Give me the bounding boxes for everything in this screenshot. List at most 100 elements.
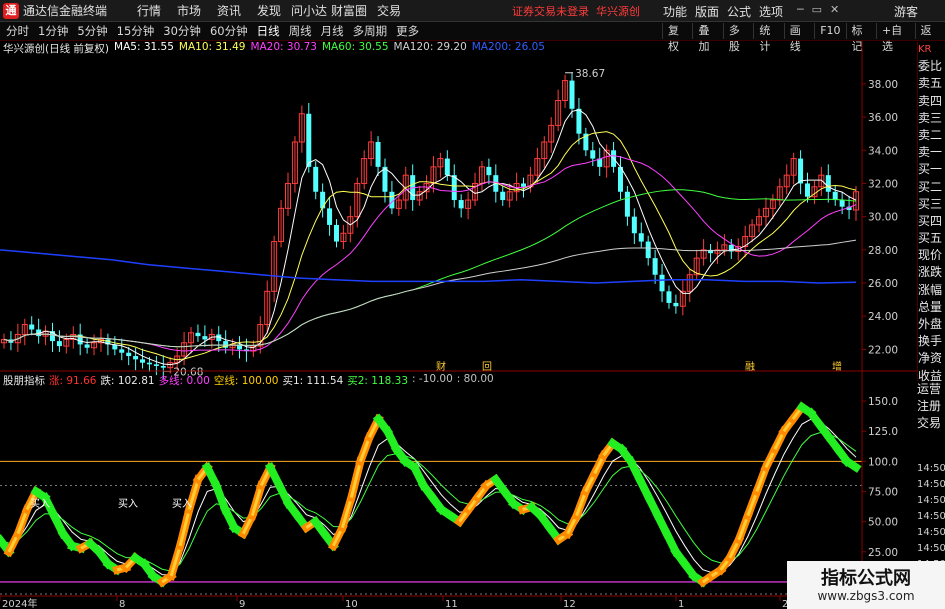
side-row: 外盘 [918, 317, 943, 331]
x-tick-label: 11 [445, 599, 458, 609]
main-menu: 行情 市场 资讯 发现 问小达 财富圈 交易 [129, 2, 409, 19]
period-tab-monthly[interactable]: 月线 [321, 23, 344, 39]
ma60-line [3, 189, 857, 348]
period-tab-intraday[interactable]: 分时 [6, 23, 29, 39]
ma5-line [3, 109, 857, 366]
chart-tools: 复权 叠加 多股 统计 画线 F10 标记 +自选 返回 [662, 23, 945, 53]
candle-body [320, 191, 326, 209]
stock-title[interactable]: 华兴源创(日线 前复权) [3, 41, 109, 55]
watermark-banner: 指标公式网 www.zbgs3.com [787, 561, 945, 609]
indicator-chart: 买入 买入 买入 [0, 401, 862, 595]
tool-adjust-button[interactable]: 复权 [662, 23, 692, 53]
candle-body [631, 216, 637, 234]
period-tab-15min[interactable]: 15分钟 [117, 23, 155, 39]
ma5-label: MA5: 31.55 [114, 41, 174, 53]
candle-body [521, 183, 527, 187]
side-row: 现价 [918, 248, 943, 263]
ma10-label: MA10: 31.49 [178, 41, 246, 53]
side-row: 净资 [918, 351, 943, 366]
period-tab-more[interactable]: 更多 [396, 23, 419, 39]
period-tab-daily[interactable]: 日线 [257, 23, 280, 39]
price-tick-label: 32.00 [868, 178, 898, 190]
candle-body [673, 302, 679, 307]
menu-options[interactable]: 选项 [759, 3, 783, 20]
tool-mark-button[interactable]: 标记 [845, 23, 876, 53]
buy-signal-label: 买入 [30, 498, 50, 510]
chart-canvas[interactable]: 38.6720.68 财回融增 买入 买入 买入 38.00 36.00 34.00 32.… [0, 41, 917, 609]
candle-body [375, 141, 381, 167]
side-time: 14:50 [917, 511, 945, 522]
side-row: 买二 [918, 179, 943, 194]
side-time: 14:50 [917, 495, 945, 506]
tool-draw-button[interactable]: 画线 [783, 23, 814, 53]
period-tab-5min[interactable]: 5分钟 [77, 23, 107, 39]
close-icon[interactable]: ✕ [830, 3, 839, 16]
restore-icon[interactable]: ▭ [812, 3, 822, 16]
side-row: 总量 [918, 299, 943, 314]
app-title: 通达信金融终端 [23, 4, 108, 18]
indicator-name[interactable]: 股朋指标 [3, 373, 45, 387]
tool-stats-button[interactable]: 统计 [753, 23, 783, 53]
price-tick-label: 28.00 [868, 245, 898, 257]
menu-discover[interactable]: 发现 [249, 2, 289, 19]
menu-market[interactable]: 市场 [169, 2, 209, 19]
menu-ask[interactable]: 问小达 [289, 2, 329, 19]
candle-body [569, 80, 575, 109]
menu-trade[interactable]: 交易 [369, 2, 409, 19]
menu-formula[interactable]: 公式 [727, 3, 751, 20]
candle-body [146, 362, 152, 365]
side-row: 买五 [918, 231, 943, 246]
tool-overlay-button[interactable]: 叠加 [692, 23, 722, 53]
period-tab-60min[interactable]: 60分钟 [210, 23, 248, 39]
candle-body [56, 341, 62, 347]
price-chart: 38.6720.68 财回融增 [0, 68, 859, 379]
tool-watchlist-button[interactable]: +自选 [875, 23, 915, 53]
ind-rise-label: 涨: 91.66 [49, 375, 97, 387]
candle-body [798, 158, 804, 184]
menu-layout[interactable]: 版面 [695, 3, 719, 20]
side-row: 卖四 [918, 93, 943, 108]
side-row: 卖二 [918, 127, 943, 142]
period-tab-weekly[interactable]: 周线 [289, 23, 312, 39]
candle-body [839, 200, 845, 207]
price-tick-label: 26.00 [868, 278, 898, 290]
ma20-label: MA20: 30.73 [250, 41, 317, 53]
ind-tick-label: 125.0 [868, 426, 898, 438]
period-tab-multi[interactable]: 多周期 [353, 23, 388, 39]
minimize-icon[interactable]: ─ [797, 3, 804, 16]
login-status[interactable]: 证券交易未登录 华兴源创 [512, 3, 640, 19]
candle-body [313, 166, 319, 192]
price-tick-label: 22.00 [868, 344, 898, 356]
tool-f10-button[interactable]: F10 [814, 23, 845, 39]
ma200-line [0, 249, 857, 284]
guest-user[interactable]: 游客 [894, 3, 918, 20]
trend-segment [841, 455, 862, 473]
candle-body [160, 366, 166, 368]
ind-short-label: 空线: 100.00 [213, 375, 279, 387]
side-time: 14:50 [917, 527, 945, 538]
candle-body [333, 224, 339, 242]
ind-buy1-label: 买1: 111.54 [282, 375, 344, 387]
candle-body [638, 233, 644, 242]
ind-neg-label: : -10.00 [412, 373, 453, 385]
side-row: 交易 [917, 416, 942, 430]
menu-function[interactable]: 功能 [663, 3, 687, 20]
side-row: 买四 [918, 213, 943, 228]
ma120-line [3, 239, 857, 348]
period-tab-30min[interactable]: 30分钟 [163, 23, 201, 39]
side-row: 涨幅 [918, 282, 943, 297]
tool-back-button[interactable]: 返回 [914, 23, 945, 53]
chart-area[interactable]: 38.67 20.68 财回融增 买入 买入 买入 38.00 36.00 34.00 32.… [0, 41, 917, 609]
period-tab-1min[interactable]: 1分钟 [38, 23, 68, 39]
high-label: 38.67 [575, 68, 605, 80]
tool-multistock-button[interactable]: 多股 [722, 23, 753, 53]
menu-news[interactable]: 资讯 [209, 2, 249, 19]
candle-body [805, 183, 811, 197]
period-tabs: 分时 1分钟 5分钟 15分钟 30分钟 60分钟 日线 周线 月线 多周期 更… [6, 23, 428, 39]
menu-wealth[interactable]: 财富圈 [329, 2, 369, 19]
side-row: 换手 [918, 334, 943, 349]
menu-quotes[interactable]: 行情 [129, 2, 169, 19]
candle-body [195, 332, 201, 337]
ind-80-label: : 80.00 [456, 373, 494, 385]
price-tick-label: 36.00 [868, 112, 898, 124]
